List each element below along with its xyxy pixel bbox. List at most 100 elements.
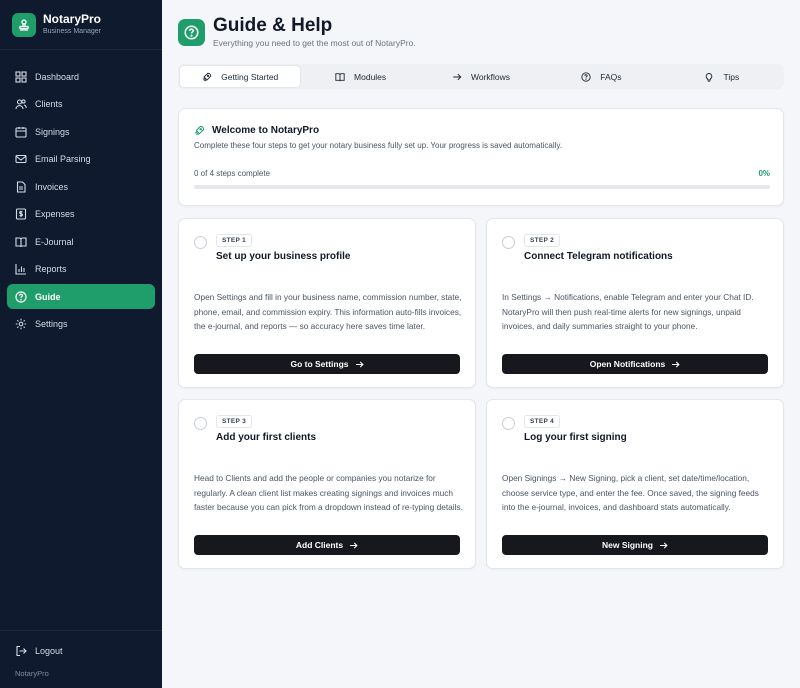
step-title: Set up your business profile — [216, 251, 351, 262]
dashboard-icon — [15, 70, 27, 83]
sidebar-item-guide[interactable]: Guide — [7, 284, 155, 309]
logout-button[interactable]: Logout — [7, 639, 155, 663]
tab-label: Getting Started — [221, 71, 279, 82]
sidebar-item-label: Clients — [35, 99, 63, 109]
sidebar-item-signings[interactable]: Signings — [7, 119, 155, 144]
sidebar-item-expenses[interactable]: Expenses — [7, 202, 155, 227]
step-badge: STEP 3 — [216, 415, 253, 428]
sidebar-item-label: Expenses — [35, 209, 75, 219]
tab-label: Modules — [354, 71, 387, 82]
page-subtitle: Everything you need to get the most out … — [213, 38, 416, 48]
progress-label: 0 of 4 steps complete — [194, 169, 271, 178]
brand-name: NotaryPro — [43, 12, 102, 27]
welcome-title: Welcome to NotaryPro — [194, 125, 319, 136]
sidebar-item-settings[interactable]: Settings — [7, 312, 155, 337]
tab-getting-started[interactable]: Getting Started — [180, 66, 301, 87]
brand: NotaryPro Business Manager — [0, 0, 162, 50]
open-notifications-button[interactable]: Open Notifications — [502, 354, 768, 374]
arrow-right-icon — [453, 73, 462, 80]
step-description: Head to Clients and add the people or co… — [194, 473, 463, 512]
step-checkbox[interactable] — [194, 236, 207, 249]
button-label: Add Clients — [295, 540, 344, 550]
question-icon — [581, 71, 591, 82]
rocket-icon — [203, 72, 212, 81]
dollar-icon — [15, 208, 27, 220]
sidebar-nav: Dashboard Clients Signings Email Parsing… — [0, 64, 162, 339]
button-label: Go to Settings — [290, 359, 349, 369]
step-title: Add your first clients — [216, 432, 317, 443]
arrow-right-icon — [660, 542, 668, 548]
tab-label: Tips — [723, 71, 740, 82]
lightbulb-icon — [706, 72, 713, 82]
gear-icon — [15, 318, 27, 330]
logout-label: Logout — [35, 646, 63, 656]
button-label: New Signing — [602, 540, 653, 550]
welcome-description: Complete these four steps to get your no… — [194, 141, 563, 150]
help-circle-icon — [178, 18, 205, 46]
tab-label: FAQs — [600, 71, 622, 82]
sidebar-item-email-parsing[interactable]: Email Parsing — [7, 147, 155, 172]
help-circle-icon — [15, 290, 27, 303]
step-checkbox[interactable] — [502, 236, 515, 249]
tab-label: Workflows — [470, 71, 511, 82]
arrow-right-icon — [350, 542, 358, 548]
welcome-title-text: Welcome to NotaryPro — [212, 125, 320, 136]
step-badge: STEP 1 — [216, 234, 253, 247]
sidebar-item-label: Settings — [35, 319, 68, 329]
sidebar-footer: Logout NotaryPro — [0, 630, 162, 678]
go-to-settings-button[interactable]: Go to Settings — [194, 354, 460, 374]
sidebar-item-label: Guide — [35, 291, 61, 302]
step-card-1: STEP 1 Set up your business profile Open… — [178, 218, 476, 388]
sidebar-item-reports[interactable]: Reports — [7, 257, 155, 282]
sidebar-item-label: Email Parsing — [35, 154, 91, 164]
tab-workflows[interactable]: Workflows — [421, 66, 541, 87]
sidebar-item-invoices[interactable]: Invoices — [7, 174, 155, 199]
step-description: Open Settings and fill in your business … — [194, 292, 462, 331]
sidebar-item-label: Reports — [35, 264, 67, 274]
tab-modules[interactable]: Modules — [300, 66, 420, 87]
add-clients-button[interactable]: Add Clients — [194, 535, 460, 555]
sidebar-item-label: E-Journal — [35, 236, 74, 247]
step-card-2: STEP 2 Connect Telegram notifications In… — [486, 218, 784, 388]
calendar-icon — [15, 126, 27, 138]
invoice-icon — [16, 180, 26, 193]
main-content: Guide & Help Everything you need to get … — [162, 0, 800, 688]
step-badge: STEP 2 — [524, 234, 561, 247]
button-label: Open Notifications — [589, 359, 666, 369]
page-header: Guide & Help Everything you need to get … — [178, 16, 416, 48]
sidebar-item-e-journal[interactable]: E-Journal — [7, 229, 155, 254]
mail-icon — [15, 154, 27, 164]
sidebar-item-label: Signings — [35, 126, 70, 137]
stamp-logo-icon — [12, 12, 36, 37]
step-description: Open Signings → New Signing, pick a clie… — [502, 473, 759, 512]
page-title: Guide & Help — [213, 15, 333, 36]
sidebar: NotaryPro Business Manager Dashboard Cli… — [0, 0, 162, 688]
arrow-right-icon — [355, 361, 364, 367]
book-icon — [15, 236, 27, 247]
guide-tabs: Getting Started Modules Workflows FAQs T… — [178, 64, 784, 89]
sidebar-item-label: Invoices — [35, 181, 69, 192]
tab-tips[interactable]: Tips — [662, 66, 782, 87]
logout-icon — [16, 645, 27, 657]
welcome-card: Welcome to NotaryPro Complete these four… — [178, 108, 784, 206]
brand-subtitle: Business Manager — [43, 28, 101, 36]
new-signing-button[interactable]: New Signing — [502, 535, 768, 555]
tab-faqs[interactable]: FAQs — [541, 66, 661, 87]
step-checkbox[interactable] — [194, 417, 207, 430]
step-checkbox[interactable] — [502, 417, 515, 430]
users-icon — [15, 99, 27, 110]
arrow-right-icon — [672, 361, 680, 367]
sidebar-item-label: Dashboard — [35, 71, 80, 82]
progress-percent: 0% — [758, 169, 770, 178]
bar-chart-icon — [15, 264, 26, 275]
step-badge: STEP 4 — [524, 415, 561, 428]
sidebar-item-dashboard[interactable]: Dashboard — [7, 64, 155, 89]
progress-bar — [194, 185, 770, 189]
sidebar-footer-text: NotaryPro — [15, 669, 49, 678]
step-title: Log your first signing — [524, 432, 627, 443]
step-description: In Settings → Notifications, enable Tele… — [502, 292, 754, 331]
step-card-3: STEP 3 Add your first clients Head to Cl… — [178, 399, 476, 569]
book-open-icon — [335, 72, 345, 81]
step-card-4: STEP 4 Log your first signing Open Signi… — [486, 399, 784, 569]
sidebar-item-clients[interactable]: Clients — [7, 92, 155, 117]
